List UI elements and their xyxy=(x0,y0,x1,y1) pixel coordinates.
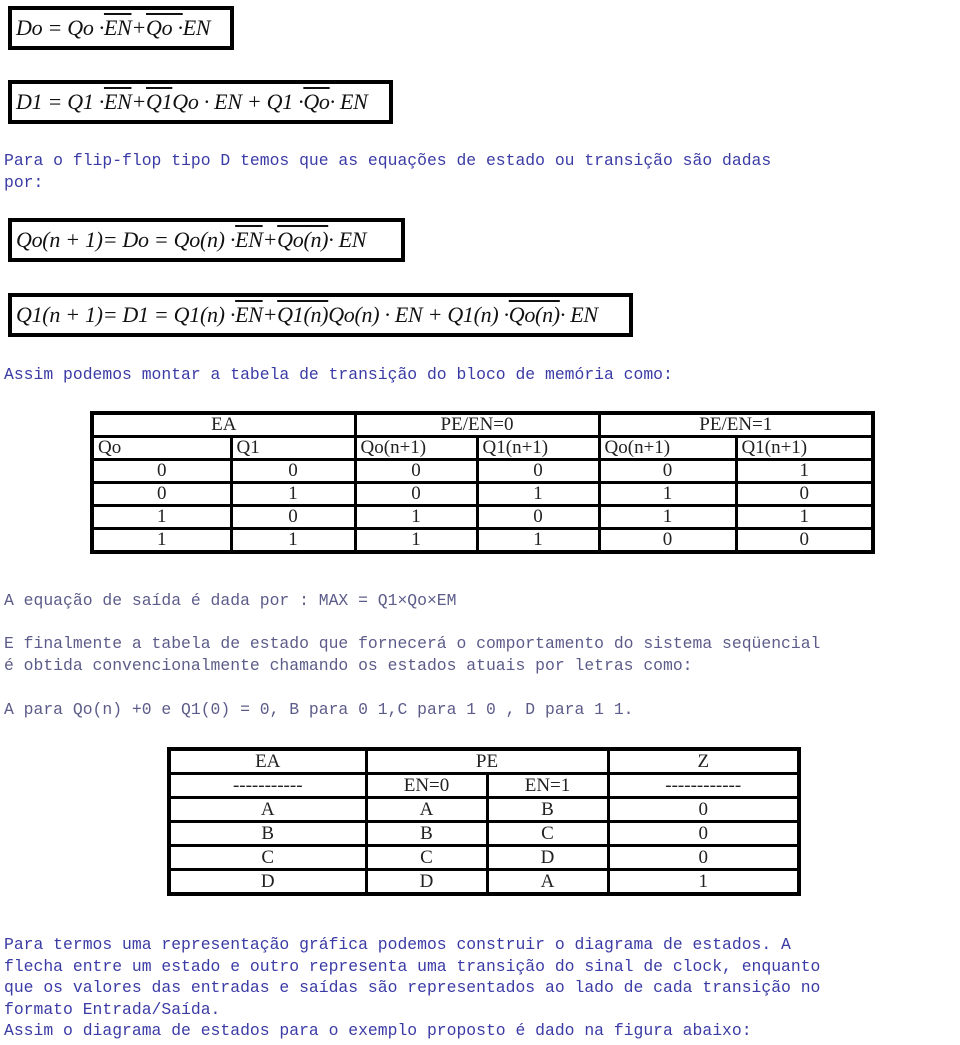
header-pe: PE xyxy=(364,747,610,775)
table-row: 0 0 0 0 0 1 xyxy=(90,458,875,484)
table-cell: D xyxy=(485,844,610,871)
table-cell: 0 xyxy=(734,527,875,554)
state-table: EA PE Z ----------- EN=0 EN=1 ----------… xyxy=(167,747,801,896)
table-cell: 1 xyxy=(90,504,233,530)
eq-lhs: Do xyxy=(16,15,43,40)
subheader-cell: Qo(n+1) xyxy=(597,435,738,461)
table-group-header-row: EA PE Z xyxy=(167,747,801,775)
table-cell: 0 xyxy=(475,458,601,484)
table-cell: 0 xyxy=(229,458,357,484)
table-cell: 1 xyxy=(475,481,601,507)
table-row: 0 1 0 1 1 0 xyxy=(90,481,875,507)
subheader-cell: EN=1 xyxy=(485,772,610,799)
table-cell: B xyxy=(485,796,610,823)
table-cell: D xyxy=(167,868,368,896)
header-ea: EA xyxy=(167,747,368,775)
subheader-cell: Q1 xyxy=(229,435,357,461)
paragraph-state-diagram: Para termos uma representação gráfica po… xyxy=(4,935,821,1040)
subheader-cell: Qo(n+1) xyxy=(353,435,479,461)
header-ea: EA xyxy=(90,411,357,438)
equation-q1-next: Q1(n + 1) = D1 = Q1(n) · EN + Q1(n) Qo(n… xyxy=(8,293,633,337)
table-cell: 0 xyxy=(475,504,601,530)
table-cell: B xyxy=(167,820,368,847)
table-cell: D xyxy=(364,868,489,896)
table-row: A A B 0 xyxy=(167,796,801,823)
table-cell: C xyxy=(364,844,489,871)
table-row: 1 1 1 1 0 0 xyxy=(90,527,875,554)
header-pe-en1: PE/EN=1 xyxy=(597,411,875,438)
table-cell: 1 xyxy=(597,504,738,530)
table-sub-header-row: ----------- EN=0 EN=1 ------------ xyxy=(167,772,801,799)
transition-table: EA PE/EN=0 PE/EN=1 Qo Q1 Qo(n+1) Q1(n+1)… xyxy=(90,411,876,554)
subheader-cell: ----------- xyxy=(167,772,368,799)
table-cell: A xyxy=(364,796,489,823)
table-row: D D A 1 xyxy=(167,868,801,896)
equation-d0: Do = Qo · EN + Qo · EN xyxy=(8,6,234,50)
eq-lhs: D1 xyxy=(16,89,43,114)
table-cell: 0 xyxy=(734,481,875,507)
table-cell: 0 xyxy=(90,458,233,484)
table-cell: 1 xyxy=(229,527,357,554)
table-cell: 1 xyxy=(353,504,479,530)
table-cell: 1 xyxy=(353,527,479,554)
eq-lhs: Q1(n + 1) xyxy=(16,302,103,327)
equation-q0-next: Qo(n + 1) = Do = Qo(n) · EN + Qo(n) · EN xyxy=(8,218,405,262)
subheader-cell: ------------ xyxy=(606,772,801,799)
header-z: Z xyxy=(606,747,801,775)
header-pe-en0: PE/EN=0 xyxy=(353,411,601,438)
table-cell: 1 xyxy=(606,868,801,896)
table-cell: 1 xyxy=(734,504,875,530)
table-group-header-row: EA PE/EN=0 PE/EN=1 xyxy=(90,411,875,438)
table-row: B B C 0 xyxy=(167,820,801,847)
paragraph-output-equation: A equação de saída é dada por : MAX = Q1… xyxy=(4,591,457,610)
table-cell: 1 xyxy=(90,527,233,554)
table-row: C C D 0 xyxy=(167,844,801,871)
table-cell: 0 xyxy=(597,527,738,554)
table-cell: B xyxy=(364,820,489,847)
table-cell: 0 xyxy=(353,458,479,484)
table-cell: A xyxy=(167,796,368,823)
table-cell: 0 xyxy=(90,481,233,507)
table-cell: C xyxy=(167,844,368,871)
table-cell: 0 xyxy=(606,796,801,823)
eq-lhs: Qo(n + 1) xyxy=(16,227,103,252)
paragraph-state-letters: A para Qo(n) +0 e Q1(0) = 0, B para 0 1,… xyxy=(4,700,634,719)
table-cell: 0 xyxy=(606,844,801,871)
table-cell: 1 xyxy=(597,481,738,507)
table-cell: 1 xyxy=(734,458,875,484)
table-cell: 0 xyxy=(597,458,738,484)
equation-d1: D1 = Q1 · EN + Q1 Qo · EN + Q1 · Qo · EN xyxy=(8,80,393,124)
table-cell: 1 xyxy=(475,527,601,554)
table-cell: 0 xyxy=(229,504,357,530)
paragraph-state-table-intro: E finalmente a tabela de estado que forn… xyxy=(4,634,821,675)
subheader-cell: Q1(n+1) xyxy=(734,435,875,461)
table-cell: 0 xyxy=(606,820,801,847)
subheader-cell: Q1(n+1) xyxy=(475,435,601,461)
paragraph-flipflop-intro: Para o flip-flop tipo D temos que as equ… xyxy=(4,151,772,192)
table-sub-header-row: Qo Q1 Qo(n+1) Q1(n+1) Qo(n+1) Q1(n+1) xyxy=(90,435,875,461)
table-row: 1 0 1 0 1 1 xyxy=(90,504,875,530)
subheader-cell: Qo xyxy=(90,435,233,461)
table-cell: A xyxy=(485,868,610,896)
table-cell: C xyxy=(485,820,610,847)
paragraph-transition-intro: Assim podemos montar a tabela de transiç… xyxy=(4,365,673,384)
subheader-cell: EN=0 xyxy=(364,772,489,799)
table-cell: 0 xyxy=(353,481,479,507)
table-cell: 1 xyxy=(229,481,357,507)
